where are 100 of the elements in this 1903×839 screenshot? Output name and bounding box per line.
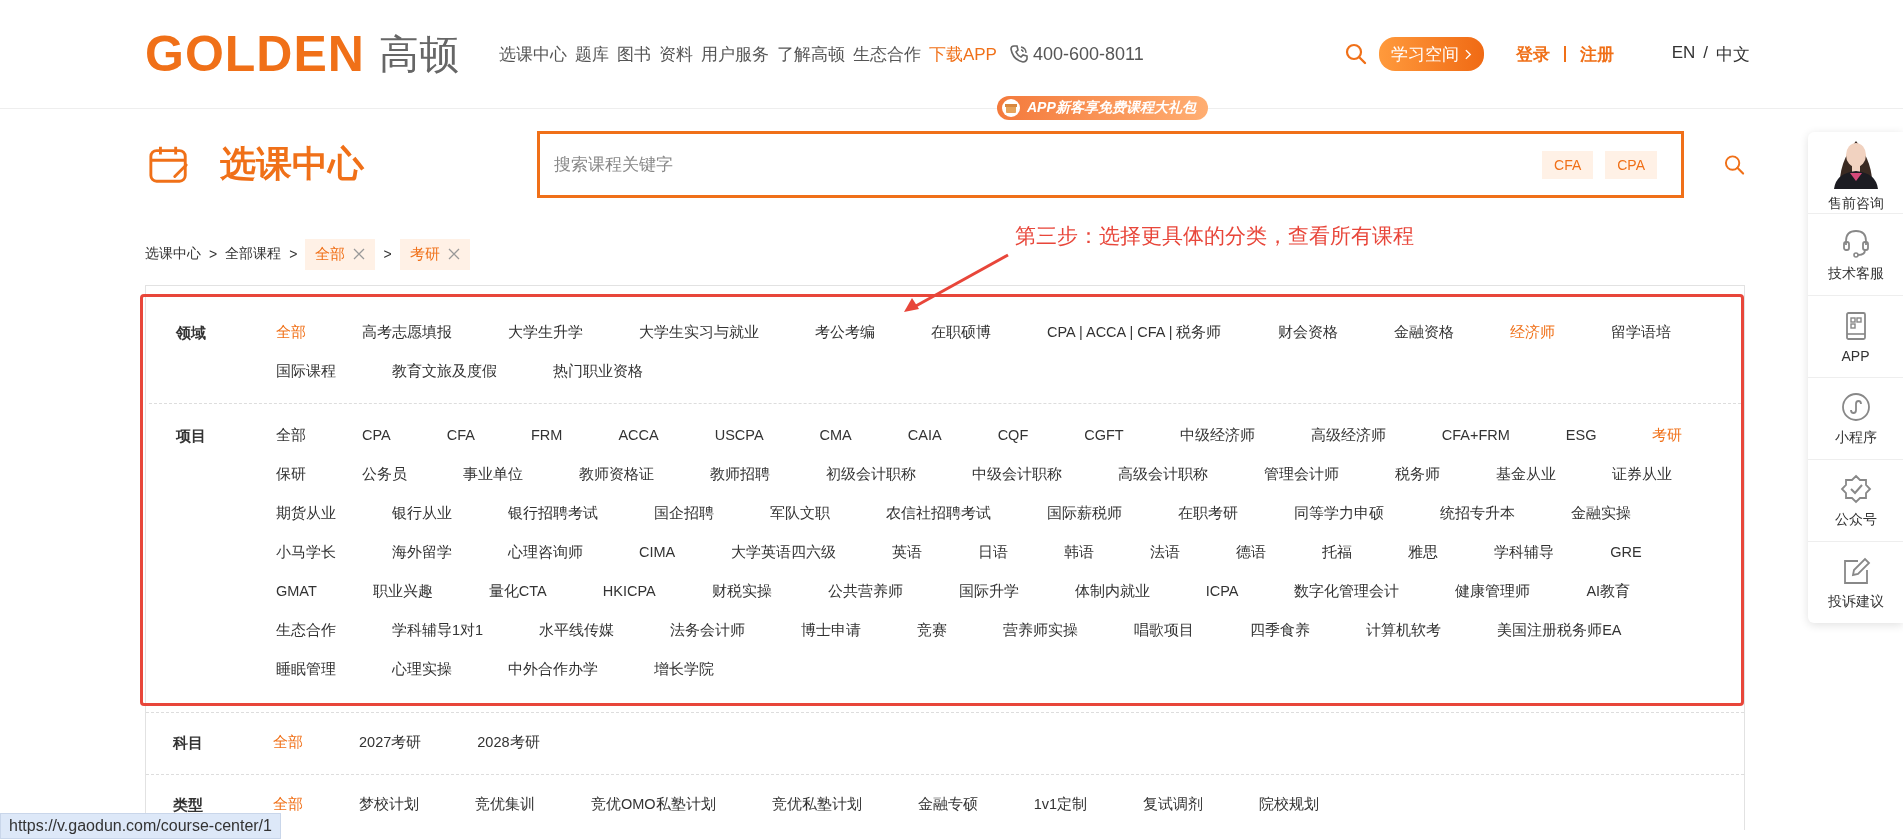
filter-option[interactable]: 2027考研	[359, 723, 422, 762]
filter-option[interactable]: 水平线传媒	[539, 611, 615, 650]
filter-option[interactable]: CIMA	[639, 533, 676, 572]
filter-option[interactable]: 2028考研	[477, 723, 540, 762]
side-panel-item[interactable]: APP	[1808, 296, 1903, 378]
breadcrumb-link[interactable]: 选课中心	[145, 245, 201, 263]
filter-option[interactable]: 复试调剂	[1143, 785, 1204, 824]
filter-option[interactable]: 税务师	[1395, 455, 1440, 494]
filter-option[interactable]: 公务员	[362, 455, 407, 494]
filter-option[interactable]: 初级会计职称	[826, 455, 916, 494]
close-icon[interactable]	[353, 248, 366, 260]
close-icon[interactable]	[447, 248, 460, 260]
filter-option[interactable]: 军队文职	[770, 494, 830, 533]
filter-option[interactable]: CPA	[362, 416, 391, 455]
filter-option[interactable]: 营养师实操	[1003, 611, 1079, 650]
filter-option[interactable]: 海外留学	[392, 533, 452, 572]
filter-option[interactable]: 日语	[978, 533, 1009, 572]
filter-option[interactable]: 保研	[276, 455, 306, 494]
filter-option[interactable]: 竞优OMO私塾计划	[591, 785, 716, 824]
filter-option[interactable]: CMA	[819, 416, 852, 455]
filter-option[interactable]: 金融资格	[1393, 313, 1454, 352]
filter-option[interactable]: 中级经济师	[1179, 416, 1255, 455]
language-option[interactable]: 中文	[1716, 42, 1750, 66]
filter-option[interactable]: 高考志愿填报	[362, 313, 452, 352]
filter-option[interactable]: 美国注册税务师EA	[1497, 611, 1622, 650]
filter-option[interactable]: 托福	[1322, 533, 1353, 572]
filter-option[interactable]: 体制内就业	[1074, 572, 1150, 611]
filter-option[interactable]: HKICPA	[602, 572, 656, 611]
filter-option[interactable]: 博士申请	[801, 611, 862, 650]
filter-option[interactable]: GRE	[1610, 533, 1642, 572]
filter-option[interactable]: 银行招聘考试	[508, 494, 598, 533]
filter-option[interactable]: 金融实操	[1571, 494, 1631, 533]
filter-option[interactable]: ICPA	[1205, 572, 1239, 611]
filter-option[interactable]: 金融专硕	[917, 785, 978, 824]
filter-option[interactable]: 同等学力申硕	[1294, 494, 1384, 533]
filter-option[interactable]: 心理实操	[392, 650, 452, 689]
filter-option[interactable]: 教育文旅及度假	[392, 352, 497, 391]
filter-option[interactable]: GMAT	[276, 572, 317, 611]
side-panel-item[interactable]: 小程序	[1808, 378, 1903, 460]
filter-option[interactable]: 中外合作办学	[508, 650, 598, 689]
filter-option[interactable]: 生态合作	[276, 611, 336, 650]
filter-option[interactable]: 事业单位	[463, 455, 523, 494]
filter-option[interactable]: 高级经济师	[1310, 416, 1386, 455]
filter-option[interactable]: 国际薪税师	[1047, 494, 1122, 533]
filter-option[interactable]: 增长学院	[654, 650, 714, 689]
filter-option[interactable]: 1v1定制	[1033, 785, 1088, 824]
search-icon[interactable]	[1724, 153, 1745, 176]
filter-option[interactable]: 基金从业	[1496, 455, 1556, 494]
nav-link[interactable]: 生态合作	[852, 42, 921, 66]
filter-option[interactable]: 高级会计职称	[1118, 455, 1208, 494]
filter-option[interactable]: 国企招聘	[654, 494, 714, 533]
filter-option[interactable]: 财会资格	[1277, 313, 1338, 352]
filter-option[interactable]: 韩语	[1064, 533, 1095, 572]
filter-option[interactable]: 心理咨询师	[508, 533, 583, 572]
filter-option[interactable]: 教师资格证	[579, 455, 654, 494]
filter-option[interactable]: 留学语培	[1610, 313, 1671, 352]
filter-option[interactable]: 学科辅导1对1	[392, 611, 484, 650]
filter-option[interactable]: 法务会计师	[670, 611, 746, 650]
filter-option[interactable]: 院校规划	[1259, 785, 1320, 824]
filter-option[interactable]: 计算机软考	[1366, 611, 1442, 650]
filter-option[interactable]: 竞优私塾计划	[771, 785, 862, 824]
nav-link[interactable]: 资料	[658, 42, 693, 66]
filter-option[interactable]: 国际课程	[276, 352, 336, 391]
nav-link[interactable]: 图书	[616, 42, 651, 66]
filter-option[interactable]: 健康管理师	[1455, 572, 1531, 611]
filter-option[interactable]: 考公考编	[815, 313, 875, 352]
search-icon[interactable]	[1344, 43, 1367, 65]
filter-option[interactable]: 财税实操	[711, 572, 772, 611]
filter-option[interactable]: USCPA	[714, 416, 764, 455]
filter-option[interactable]: 法语	[1150, 533, 1181, 572]
language-option[interactable]: EN	[1671, 42, 1696, 66]
side-panel-item[interactable]: 技术客服	[1808, 214, 1903, 296]
filter-option[interactable]: 证券从业	[1612, 455, 1672, 494]
filter-option[interactable]: 银行从业	[392, 494, 452, 533]
filter-option[interactable]: 管理会计师	[1264, 455, 1339, 494]
filter-option[interactable]: 数字化管理会计	[1294, 572, 1400, 611]
filter-option[interactable]: CQF	[997, 416, 1029, 455]
filter-option[interactable]: CGFT	[1084, 416, 1124, 455]
filter-option[interactable]: 大学英语四六级	[731, 533, 837, 572]
filter-option[interactable]: 唱歌项目	[1134, 611, 1195, 650]
filter-option[interactable]: 竞赛	[917, 611, 948, 650]
filter-option[interactable]: ESG	[1565, 416, 1597, 455]
filter-option[interactable]: 睡眠管理	[276, 650, 336, 689]
filter-option[interactable]: 小马学长	[276, 533, 336, 572]
nav-link[interactable]: 了解高顿	[776, 42, 845, 66]
filter-option[interactable]: 大学生实习与就业	[639, 313, 759, 352]
filter-option[interactable]: 梦校计划	[359, 785, 419, 824]
filter-option[interactable]: 公共营养师	[827, 572, 903, 611]
filter-option[interactable]: 英语	[892, 533, 923, 572]
filter-option[interactable]: 中级会计职称	[972, 455, 1062, 494]
filter-option[interactable]: CPA | ACCA | CFA | 税务师	[1047, 313, 1222, 352]
filter-option[interactable]: 大学生升学	[508, 313, 583, 352]
filter-option[interactable]: CFA	[446, 416, 475, 455]
nav-link[interactable]: 题库	[574, 42, 609, 66]
filter-option[interactable]: CAIA	[907, 416, 942, 455]
filter-option[interactable]: ACCA	[618, 416, 659, 455]
filter-option[interactable]: AI教育	[1586, 572, 1631, 611]
filter-option[interactable]: 热门职业资格	[553, 352, 643, 391]
filter-option[interactable]: 期货从业	[276, 494, 336, 533]
filter-option[interactable]: 量化CTA	[488, 572, 547, 611]
